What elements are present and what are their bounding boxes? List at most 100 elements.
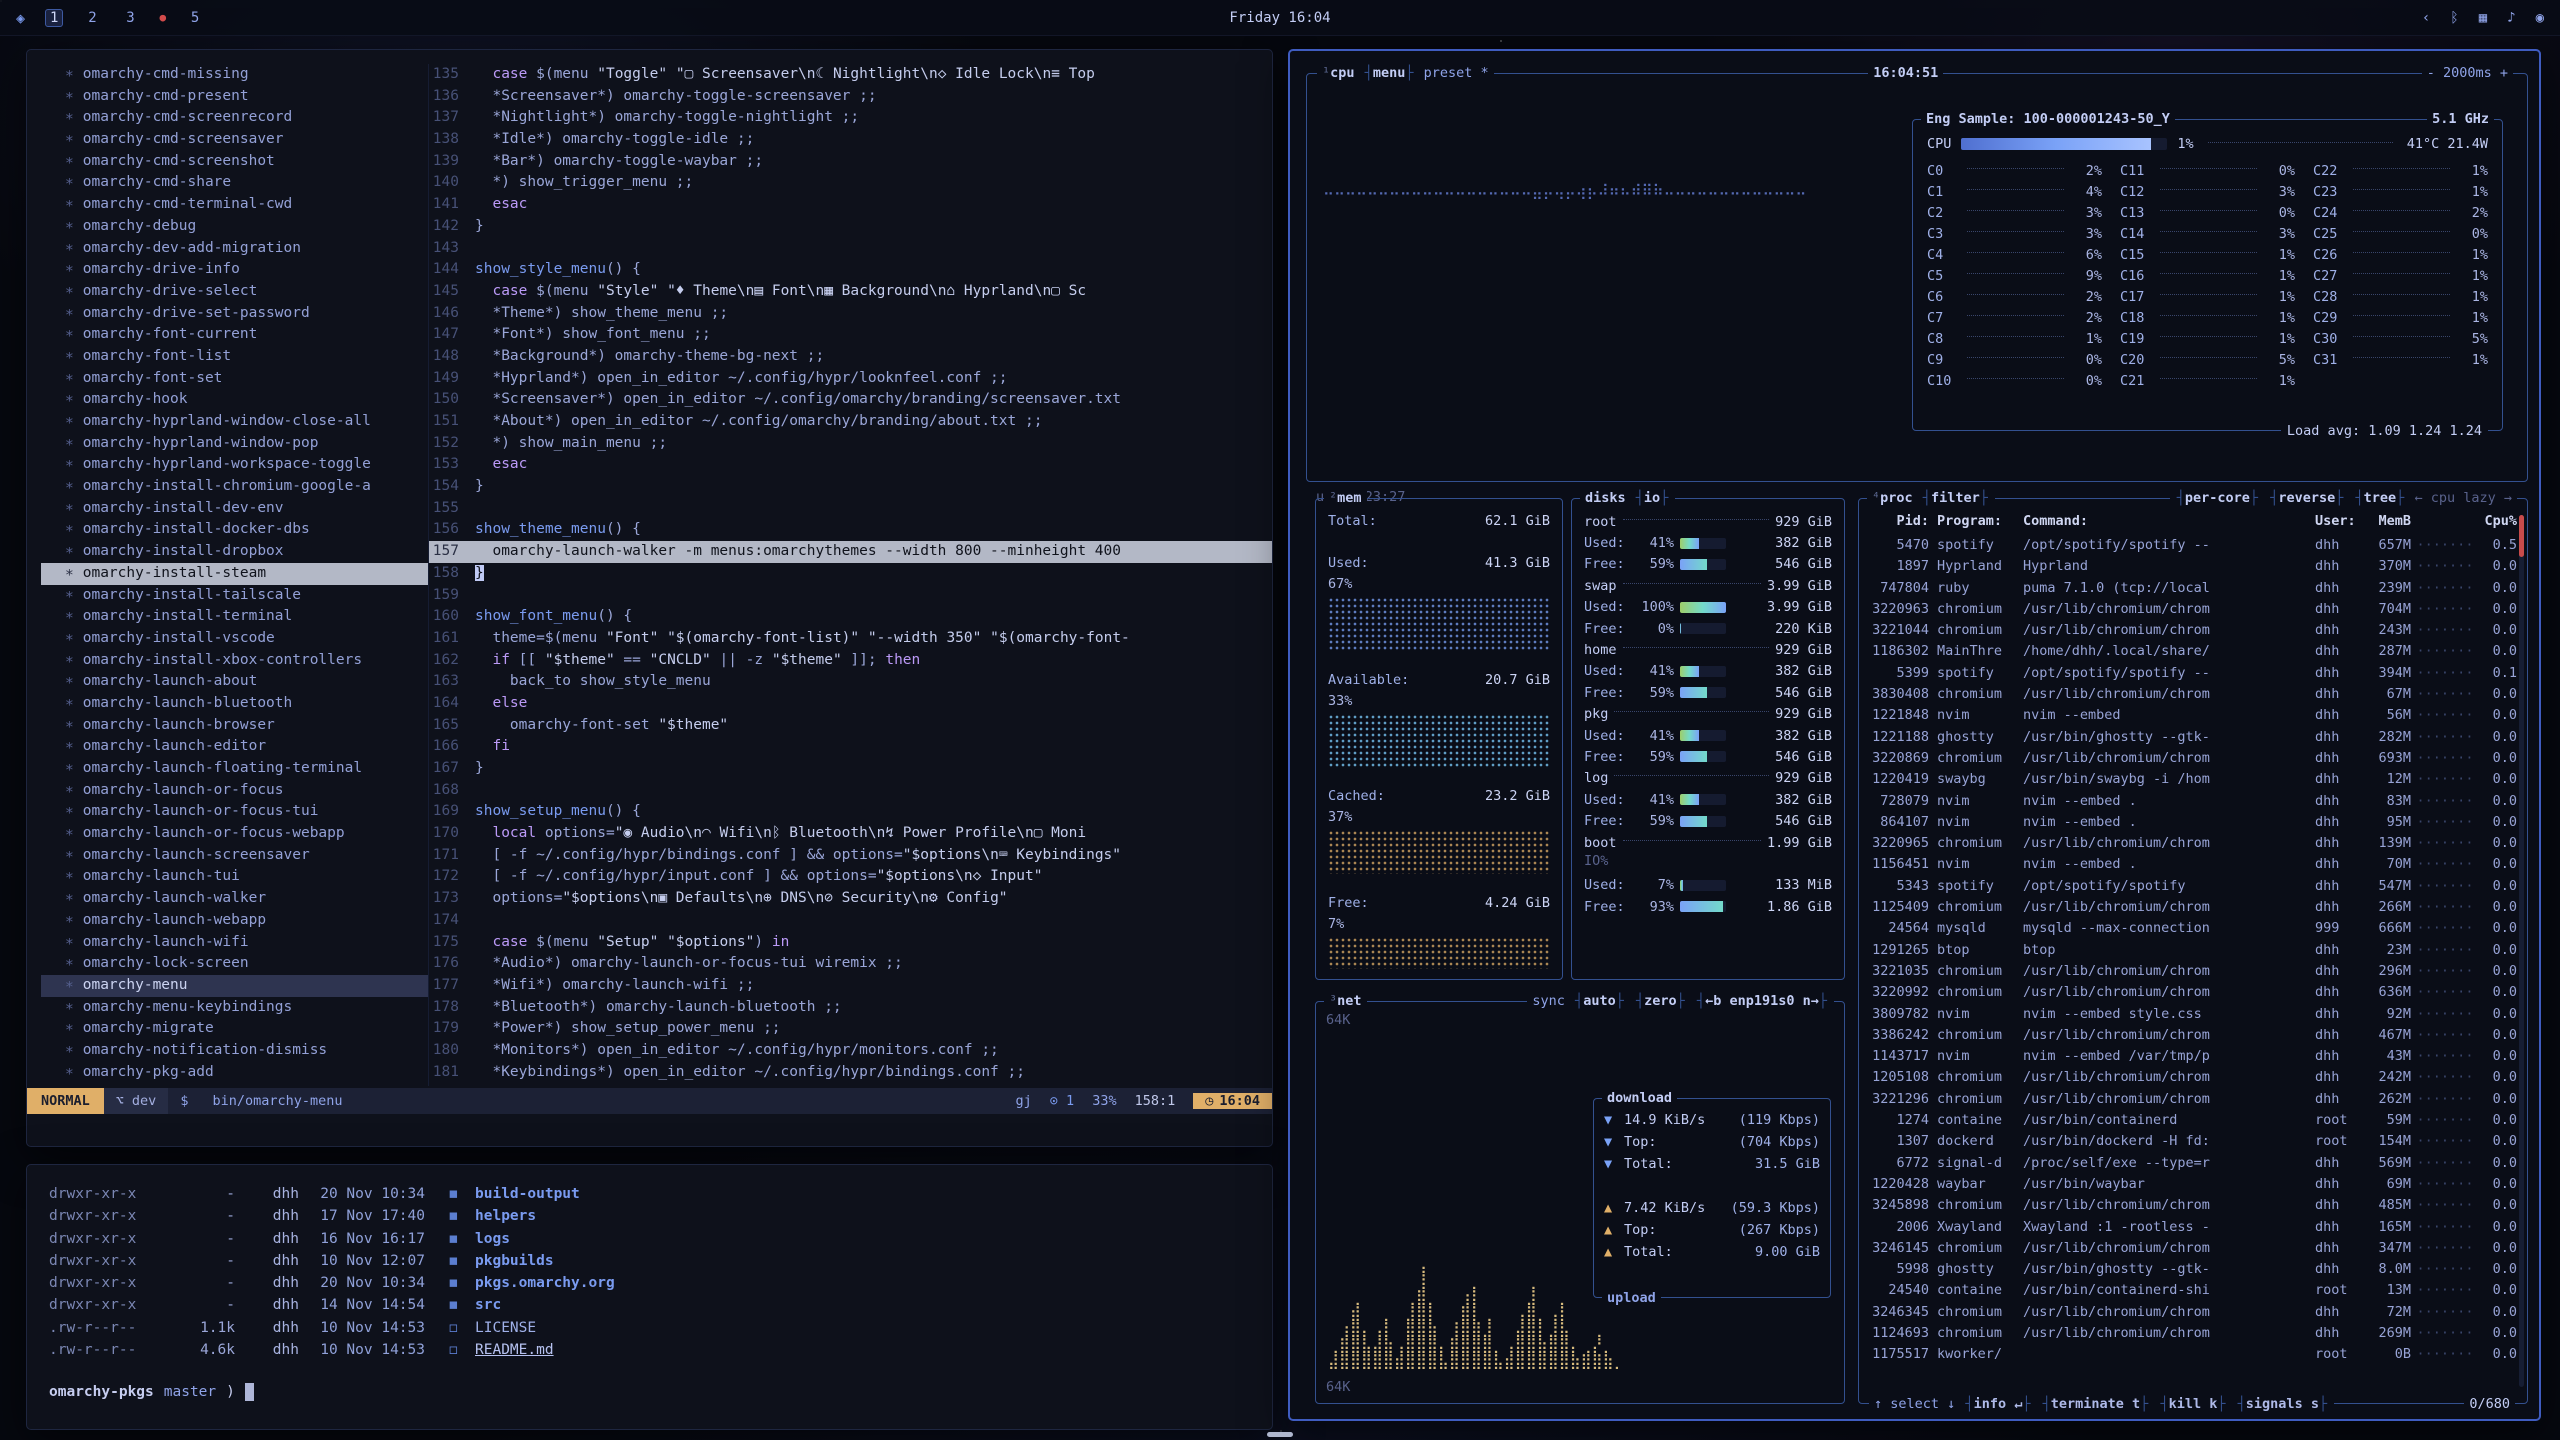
code-line[interactable]: 148 *Background*) omarchy-theme-bg-next …	[429, 346, 1272, 368]
file-item[interactable]: ∗omarchy-hook	[41, 389, 428, 411]
file-item[interactable]: ∗omarchy-launch-walker	[41, 888, 428, 910]
process-row[interactable]: 1175517kworker/root0B·······0.0	[1871, 1344, 2517, 1365]
workspace-1[interactable]: 1	[45, 9, 63, 27]
process-row[interactable]: 5399spotify/opt/spotify/spotify --dhh394…	[1871, 663, 2517, 684]
file-item[interactable]: ∗omarchy-install-terminal	[41, 606, 428, 628]
code-line[interactable]: 167}	[429, 758, 1272, 780]
process-row[interactable]: 864107nvimnvim --embed .dhh95M·······0.0	[1871, 812, 2517, 833]
code-line[interactable]: 179 *Power*) show_setup_power_menu ;;	[429, 1018, 1272, 1040]
file-item[interactable]: ∗omarchy-cmd-missing	[41, 64, 428, 86]
code-line[interactable]: 142}	[429, 216, 1272, 238]
process-row[interactable]: 3220869chromium/usr/lib/chromium/chromdh…	[1871, 748, 2517, 769]
process-scrollbar[interactable]	[2519, 515, 2524, 557]
file-item[interactable]: ∗omarchy-install-dropbox	[41, 541, 428, 563]
per-core-tab[interactable]: per-core	[2177, 490, 2258, 506]
tree-tab[interactable]: tree	[2356, 490, 2405, 506]
file-item[interactable]: ∗omarchy-install-tailscale	[41, 585, 428, 607]
code-line[interactable]: 147 *Font*) show_font_menu ;;	[429, 324, 1272, 346]
process-row[interactable]: 1205108chromium/usr/lib/chromium/chromdh…	[1871, 1067, 2517, 1088]
process-row[interactable]: 1220428waybar/usr/bin/waybardhh69M······…	[1871, 1174, 2517, 1195]
filter-tab[interactable]: filter	[1923, 490, 1988, 506]
code-line[interactable]: 150 *Screensaver*) open_in_editor ~/.con…	[429, 389, 1272, 411]
process-row[interactable]: 3809782nvimnvim --embed style.cssdhh92M·…	[1871, 1004, 2517, 1025]
file-item[interactable]: ∗omarchy-font-set	[41, 368, 428, 390]
code-line[interactable]: 144show_style_menu() {	[429, 259, 1272, 281]
disks-panel-title[interactable]: disks io	[1580, 490, 1675, 506]
process-row[interactable]: 1897HyprlandHyprlanddhh370M·······0.0	[1871, 556, 2517, 577]
file-item[interactable]: ∗omarchy-font-list	[41, 346, 428, 368]
clock[interactable]: Friday 16:04	[1229, 10, 1330, 26]
file-item[interactable]: ∗omarchy-cmd-screenrecord	[41, 107, 428, 129]
file-item[interactable]: ∗omarchy-font-current	[41, 324, 428, 346]
code-line[interactable]: 175 case $(menu "Setup" "$options") in	[429, 932, 1272, 954]
file-item[interactable]: ∗omarchy-launch-bluetooth	[41, 693, 428, 715]
file-item[interactable]: ∗omarchy-notification-dismiss	[41, 1040, 428, 1062]
process-row[interactable]: 3386242chromium/usr/lib/chromium/chromdh…	[1871, 1025, 2517, 1046]
file-item[interactable]: ∗omarchy-cmd-present	[41, 86, 428, 108]
code-line[interactable]: 137 *Nightlight*) omarchy-toggle-nightli…	[429, 107, 1272, 129]
file-item[interactable]: ∗omarchy-menu-keybindings	[41, 997, 428, 1019]
file-item[interactable]: ∗omarchy-launch-screensaver	[41, 845, 428, 867]
launcher-icon[interactable]: ◈	[16, 9, 25, 27]
file-item[interactable]: ∗omarchy-install-xbox-controllers	[41, 650, 428, 672]
file-item[interactable]: ∗omarchy-cmd-terminal-cwd	[41, 194, 428, 216]
cpu-panel-title[interactable]: ¹cpu menu preset *	[1317, 65, 1494, 81]
file-item[interactable]: ∗omarchy-drive-set-password	[41, 303, 428, 325]
process-row[interactable]: 1143717nvimnvim --embed /var/tmp/pdhh43M…	[1871, 1046, 2517, 1067]
process-row[interactable]: 3221035chromium/usr/lib/chromium/chromdh…	[1871, 961, 2517, 982]
code-line[interactable]: 165 omarchy-font-set "$theme"	[429, 715, 1272, 737]
code-line[interactable]: 135 case $(menu "Toggle" "▢ Screensaver\…	[429, 64, 1272, 86]
code-line[interactable]: 168	[429, 780, 1272, 802]
code-line[interactable]: 155	[429, 498, 1272, 520]
process-row[interactable]: 6772signal-d/proc/self/exe --type=rdhh56…	[1871, 1153, 2517, 1174]
code-line[interactable]: 164 else	[429, 693, 1272, 715]
file-item[interactable]: ∗omarchy-hyprland-window-pop	[41, 433, 428, 455]
process-row[interactable]: 1221848nvimnvim --embeddhh56M·······0.0	[1871, 705, 2517, 726]
code-line[interactable]: 159	[429, 585, 1272, 607]
code-line[interactable]: 163 back_to show_style_menu	[429, 671, 1272, 693]
process-row[interactable]: 1307dockerd/usr/bin/dockerd -H fd:root15…	[1871, 1131, 2517, 1152]
process-row[interactable]: 3221296chromium/usr/lib/chromium/chromdh…	[1871, 1089, 2517, 1110]
process-row[interactable]: 5998ghostty/usr/bin/ghostty --gtk-dhh8.0…	[1871, 1259, 2517, 1280]
process-row[interactable]: 1220419swaybg/usr/bin/swaybg -i /homdhh1…	[1871, 769, 2517, 790]
process-panel-title[interactable]: ⁴proc filter	[1867, 490, 1995, 506]
code-line[interactable]: 180 *Monitors*) open_in_editor ~/.config…	[429, 1040, 1272, 1062]
code-line[interactable]: 153 esac	[429, 454, 1272, 476]
shell-prompt[interactable]: omarchy-pkgs master )	[49, 1383, 1250, 1401]
file-item[interactable]: ∗omarchy-launch-wifi	[41, 932, 428, 954]
file-item[interactable]: ∗omarchy-drive-select	[41, 281, 428, 303]
process-row[interactable]: 3246345chromium/usr/lib/chromium/chromdh…	[1871, 1302, 2517, 1323]
process-row[interactable]: 728079nvimnvim --embed .dhh83M·······0.0	[1871, 791, 2517, 812]
file-item[interactable]: ∗omarchy-install-docker-dbs	[41, 519, 428, 541]
file-item[interactable]: ∗omarchy-launch-about	[41, 671, 428, 693]
code-line[interactable]: 156show_theme_menu() {	[429, 519, 1272, 541]
file-item[interactable]: ∗omarchy-migrate	[41, 1018, 428, 1040]
process-row[interactable]: 747804rubypuma 7.1.0 (tcp://localdhh239M…	[1871, 578, 2517, 599]
code-line[interactable]: 157 omarchy-launch-walker -m menus:omarc…	[429, 541, 1272, 563]
code-line[interactable]: 151 *About*) open_in_editor ~/.config/om…	[429, 411, 1272, 433]
file-item[interactable]: ∗omarchy-launch-or-focus	[41, 780, 428, 802]
code-line[interactable]: 177 *Wifi*) omarchy-launch-wifi ;;	[429, 975, 1272, 997]
process-row[interactable]: 1124693chromium/usr/lib/chromium/chromdh…	[1871, 1323, 2517, 1344]
screen-share-icon[interactable]: ▦	[2479, 10, 2487, 26]
dock-hint[interactable]	[1267, 1432, 1293, 1437]
process-row[interactable]: 3246145chromium/usr/lib/chromium/chromdh…	[1871, 1238, 2517, 1259]
sort-nav[interactable]: ← cpu lazy →	[2414, 490, 2512, 506]
process-row[interactable]: 1186302MainThre/home/dhh/.local/share/dh…	[1871, 641, 2517, 662]
volume-icon[interactable]: ♪	[2507, 10, 2515, 26]
process-row[interactable]: 5470spotify/opt/spotify/spotify --dhh657…	[1871, 535, 2517, 556]
code-line[interactable]: 140 *) show_trigger_menu ;;	[429, 172, 1272, 194]
update-interval-control[interactable]: - 2000ms +	[2422, 65, 2513, 81]
process-header-row[interactable]: Pid: Program: Command: User: MemB Cpu%	[1871, 513, 2517, 535]
code-line[interactable]: 141 esac	[429, 194, 1272, 216]
code-line[interactable]: 136 *Screensaver*) omarchy-toggle-screen…	[429, 86, 1272, 108]
file-item[interactable]: ∗omarchy-install-vscode	[41, 628, 428, 650]
file-item[interactable]: ∗omarchy-launch-or-focus-tui	[41, 801, 428, 823]
file-item[interactable]: ∗omarchy-menu	[41, 975, 428, 997]
code-line[interactable]: 181 *Keybindings*) open_in_editor ~/.con…	[429, 1062, 1272, 1084]
process-row[interactable]: 3220965chromium/usr/lib/chromium/chromdh…	[1871, 833, 2517, 854]
process-row[interactable]: 3221044chromium/usr/lib/chromium/chromdh…	[1871, 620, 2517, 641]
menu-button[interactable]: menu	[1365, 65, 1414, 81]
power-icon[interactable]: ◉	[2536, 10, 2544, 26]
file-item[interactable]: ∗omarchy-debug	[41, 216, 428, 238]
